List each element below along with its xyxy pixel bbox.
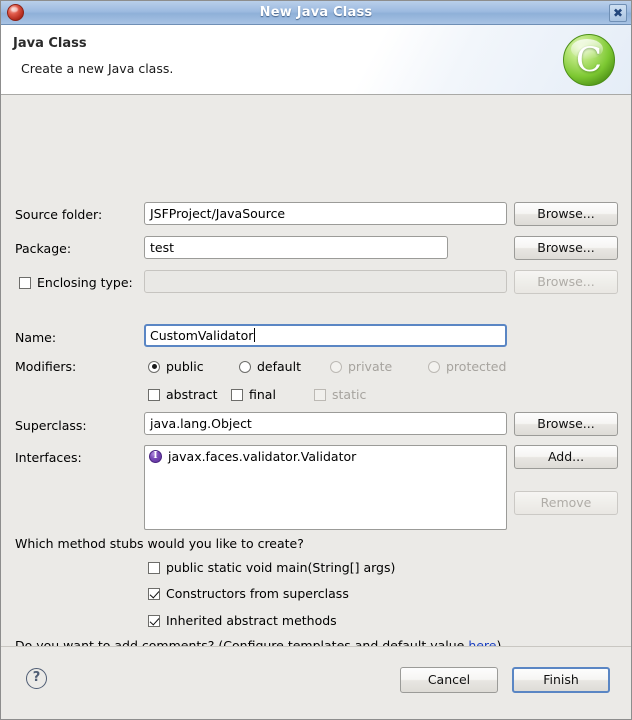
list-item[interactable]: javax.faces.validator.Validator <box>145 446 506 466</box>
interfaces-list[interactable]: javax.faces.validator.Validator <box>144 445 507 530</box>
checkbox-label: static <box>332 387 367 402</box>
source-folder-label: Source folder: <box>15 207 103 222</box>
modifier-radio-protected: protected <box>428 359 506 374</box>
dialog-footer: ? Cancel Finish <box>1 646 631 718</box>
superclass-browse-button[interactable]: Browse... <box>514 412 618 436</box>
method-stubs-question: Which method stubs would you like to cre… <box>15 536 304 551</box>
checkbox-box <box>314 388 326 401</box>
class-name-input[interactable]: CustomValidator <box>144 324 507 347</box>
page-title: Java Class <box>13 36 87 51</box>
radio-dot <box>428 360 440 373</box>
stub-checkbox-inherited[interactable]: Inherited abstract methods <box>148 613 337 628</box>
radio-label: private <box>348 359 393 374</box>
checkbox-label: Constructors from superclass <box>166 586 349 601</box>
interface-icon <box>149 449 162 463</box>
modifiers-label: Modifiers: <box>15 359 77 374</box>
class-name-value: CustomValidator <box>150 328 254 343</box>
enclosing-type-label: Enclosing type: <box>37 275 133 290</box>
source-folder-input[interactable]: JSFProject/JavaSource <box>144 202 507 225</box>
checkbox-label: Inherited abstract methods <box>166 613 337 628</box>
finish-button[interactable]: Finish <box>512 667 610 693</box>
modifier-radio-default[interactable]: default <box>239 359 301 374</box>
new-java-class-dialog: New Java Class ✖ Java Class Create a new… <box>0 0 632 720</box>
checkbox-box <box>148 388 160 401</box>
interfaces-add-button[interactable]: Add... <box>514 445 618 469</box>
superclass-label: Superclass: <box>15 418 87 433</box>
modifier-radio-public[interactable]: public <box>148 359 204 374</box>
cancel-button[interactable]: Cancel <box>400 667 498 693</box>
interfaces-label: Interfaces: <box>15 450 82 465</box>
checkbox-label: abstract <box>166 387 218 402</box>
package-input[interactable]: test <box>144 236 448 259</box>
enclosing-type-checkbox[interactable]: Enclosing type: <box>19 275 133 290</box>
enclosing-type-browse-button: Browse... <box>514 270 618 294</box>
radio-dot <box>148 360 160 373</box>
checkbox-label: final <box>249 387 276 402</box>
package-browse-button[interactable]: Browse... <box>514 236 618 260</box>
checkbox-box <box>19 276 31 289</box>
enclosing-type-input <box>144 270 507 293</box>
help-icon[interactable]: ? <box>26 668 47 689</box>
modifier-checkbox-static: static <box>314 387 366 402</box>
checkbox-box <box>148 614 160 627</box>
checkbox-box <box>148 561 160 574</box>
modifier-radio-private: private <box>330 359 392 374</box>
close-icon: ✖ <box>612 5 624 20</box>
eclipse-sphere-icon <box>7 4 24 21</box>
wizard-banner: Java Class Create a new Java class. C <box>1 25 631 95</box>
checkbox-box <box>148 587 160 600</box>
page-subtitle: Create a new Java class. <box>21 61 174 76</box>
stub-checkbox-main[interactable]: public static void main(String[] args) <box>148 560 395 575</box>
radio-dot <box>239 360 251 373</box>
interfaces-remove-button: Remove <box>514 491 618 515</box>
close-button[interactable]: ✖ <box>609 3 627 22</box>
interface-name: javax.faces.validator.Validator <box>168 448 357 464</box>
modifier-checkbox-final[interactable]: final <box>231 387 276 402</box>
source-folder-browse-button[interactable]: Browse... <box>514 202 618 226</box>
radio-label: protected <box>446 359 507 374</box>
name-label: Name: <box>15 330 57 345</box>
superclass-input[interactable]: java.lang.Object <box>144 412 507 435</box>
text-caret <box>254 328 256 342</box>
modifier-checkbox-abstract[interactable]: abstract <box>148 387 218 402</box>
green-class-sphere-icon: C <box>563 34 615 86</box>
dialog-body: Source folder: JSFProject/JavaSource Bro… <box>1 95 631 677</box>
radio-label: public <box>166 359 204 374</box>
dialog-title: New Java Class <box>259 5 373 20</box>
class-letter: C <box>575 40 602 80</box>
radio-dot <box>330 360 342 373</box>
package-label: Package: <box>15 241 72 256</box>
stub-checkbox-constructors[interactable]: Constructors from superclass <box>148 586 349 601</box>
checkbox-label: public static void main(String[] args) <box>166 560 396 575</box>
dialog-titlebar[interactable]: New Java Class ✖ <box>1 1 631 25</box>
radio-label: default <box>257 359 301 374</box>
checkbox-box <box>231 388 243 401</box>
